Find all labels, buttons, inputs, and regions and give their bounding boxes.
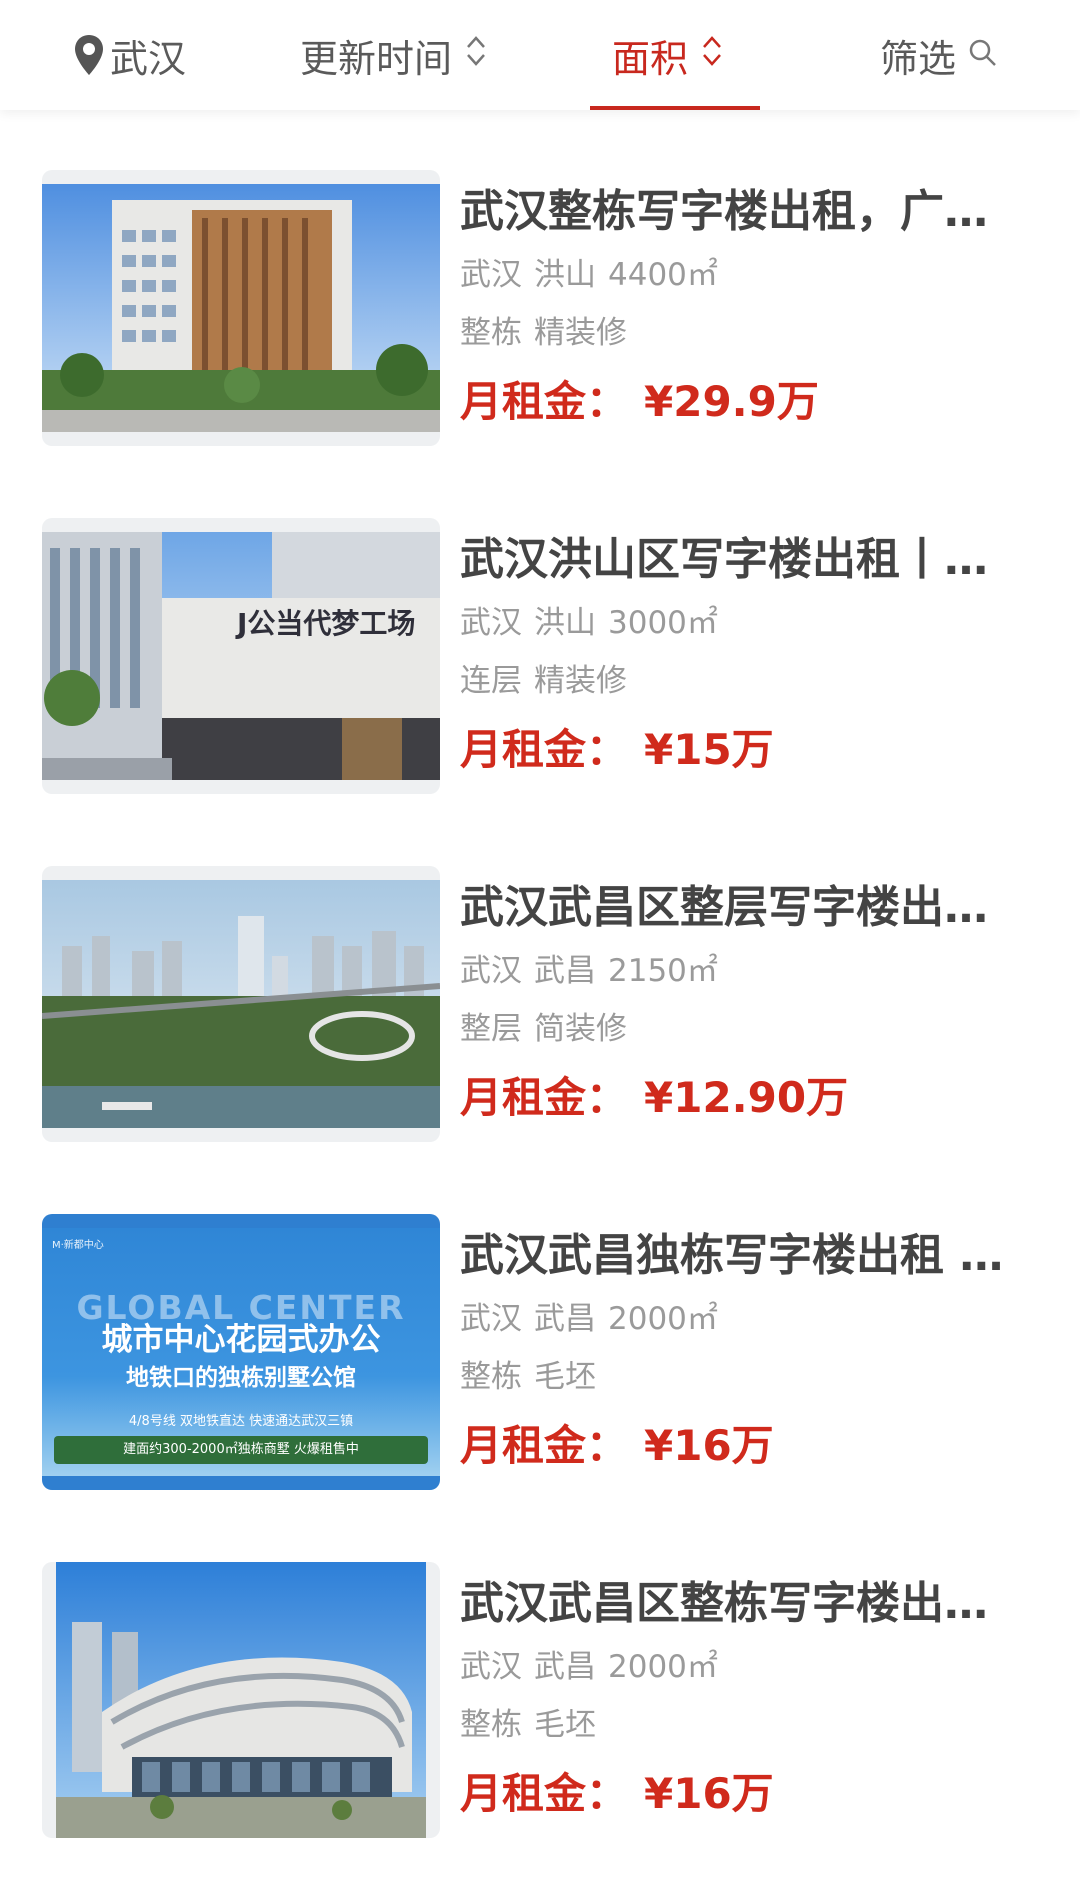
listing-card[interactable]: 武汉武昌区整层写字楼出… 武汉 武昌 2150㎡ 整层 简装修 月租金： ¥12.90万	[0, 806, 1080, 1154]
listing-type: 整层	[460, 1011, 522, 1047]
sort-updown-icon	[700, 32, 724, 79]
listing-card[interactable]: 武汉整栋写字楼出租，广… 武汉 洪山 4400㎡ 整栋 精装修 月租金： ¥29.9万	[0, 110, 1080, 458]
listing-info: 武汉整栋写字楼出租，广… 武汉 洪山 4400㎡ 整栋 精装修 月租金： ¥29.9万	[460, 170, 1020, 432]
filter-bar: 武汉 更新时间 面积 筛选	[0, 0, 1080, 110]
listing-decoration: 毛坯	[534, 1707, 596, 1743]
ad-line1: 4/8号线 双地铁直达 快速通达武汉三镇	[128, 1414, 354, 1429]
listing-decoration: 精装修	[534, 663, 627, 699]
price-value: ¥29.9万	[644, 377, 819, 426]
listing-district: 武昌	[534, 1301, 596, 1337]
ad-logo-text: M·新都中心	[52, 1240, 104, 1251]
price-label: 月租金：	[460, 1073, 629, 1122]
listing-area: 2150㎡	[608, 953, 718, 989]
listing-city: 武汉	[460, 605, 522, 641]
listing-location: 武汉 洪山 4400㎡	[460, 250, 1020, 300]
listing-price: 月租金： ¥12.90万	[460, 1068, 1020, 1128]
listing-location: 武汉 洪山 3000㎡	[460, 598, 1020, 648]
listing-city: 武汉	[460, 1301, 522, 1337]
listing-card[interactable]: J公当代梦工场 武汉洪山区写字楼出租丨… 武汉 洪山 3000㎡ 连层 精装修 月租金…	[0, 458, 1080, 806]
ad-headline: 城市中心花园式办公	[101, 1322, 381, 1358]
listing-price: 月租金： ¥16万	[460, 1416, 1020, 1476]
listing-tags: 整栋 毛坯	[460, 1700, 1020, 1750]
listing-title[interactable]: 武汉整栋写字楼出租，广…	[460, 182, 1016, 242]
listing-photo	[42, 170, 440, 446]
location-filter[interactable]: 武汉	[72, 0, 186, 110]
listing-price: 月租金： ¥15万	[460, 720, 1020, 780]
price-label: 月租金：	[460, 377, 629, 426]
price-label: 月租金：	[460, 1769, 629, 1818]
filter-label: 筛选	[880, 36, 957, 81]
listing-area: 2000㎡	[608, 1301, 718, 1337]
listing-area: 3000㎡	[608, 605, 718, 641]
price-value: ¥15万	[644, 725, 774, 774]
listing-info: 武汉武昌区整栋写字楼出… 武汉 武昌 2000㎡ 整栋 毛坯 月租金： ¥16万	[460, 1562, 1020, 1824]
listing-district: 武昌	[534, 1649, 596, 1685]
listing-type: 整栋	[460, 1707, 522, 1743]
listing-photo: J公当代梦工场	[42, 518, 440, 794]
update-time-label: 更新时间	[300, 36, 453, 81]
listing-city: 武汉	[460, 953, 522, 989]
listing-decoration: 简装修	[534, 1011, 627, 1047]
update-time-sort[interactable]: 更新时间	[300, 0, 488, 110]
listing-title[interactable]: 武汉武昌区整层写字楼出…	[460, 878, 1016, 938]
listing-location: 武汉 武昌 2000㎡	[460, 1294, 1020, 1344]
listing-type: 整栋	[460, 315, 522, 351]
listing-district: 洪山	[534, 257, 596, 293]
listing-tags: 整层 简装修	[460, 1004, 1020, 1054]
filter-button[interactable]: 筛选	[880, 0, 998, 110]
listing-area: 2000㎡	[608, 1649, 718, 1685]
ad-subheadline: 地铁口的独栋别墅公馆	[126, 1365, 356, 1391]
price-value: ¥16万	[644, 1421, 774, 1470]
price-label: 月租金：	[460, 725, 629, 774]
listing-decoration: 精装修	[534, 315, 627, 351]
listing-city: 武汉	[460, 1649, 522, 1685]
sort-updown-icon	[464, 32, 488, 79]
listing-info: 武汉洪山区写字楼出租丨… 武汉 洪山 3000㎡ 连层 精装修 月租金： ¥15万	[460, 518, 1020, 780]
listing-card[interactable]: 武汉武昌区整栋写字楼出… 武汉 武昌 2000㎡ 整栋 毛坯 月租金： ¥16万	[0, 1502, 1080, 1850]
listing-card[interactable]: M·新都中心 GLOBAL CENTER 城市中心花园式办公 地铁口的独栋别墅公…	[0, 1154, 1080, 1502]
price-value: ¥12.90万	[644, 1073, 849, 1122]
listing-type: 连层	[460, 663, 522, 699]
listing-price: 月租金： ¥16万	[460, 1764, 1020, 1824]
listing-tags: 整栋 毛坯	[460, 1352, 1020, 1402]
listing-title[interactable]: 武汉洪山区写字楼出租丨…	[460, 530, 1016, 590]
listing-location: 武汉 武昌 2150㎡	[460, 946, 1020, 996]
location-label: 武汉	[110, 36, 187, 81]
listing-photo	[42, 866, 440, 1142]
listing-city: 武汉	[460, 257, 522, 293]
price-value: ¥16万	[644, 1769, 774, 1818]
svg-text:J公当代梦工场: J公当代梦工场	[235, 607, 415, 640]
listing-decoration: 毛坯	[534, 1359, 596, 1395]
search-icon	[968, 33, 998, 77]
area-sort[interactable]: 面积	[612, 0, 724, 110]
listing-price: 月租金： ¥29.9万	[460, 372, 1020, 432]
listing-title[interactable]: 武汉武昌独栋写字楼出租 …	[460, 1226, 1016, 1286]
listing-photo: M·新都中心 GLOBAL CENTER 城市中心花园式办公 地铁口的独栋别墅公…	[42, 1214, 440, 1490]
ad-line2: 建面约300-2000㎡独栋商墅 火爆租售中	[54, 1436, 428, 1464]
listing-info: 武汉武昌区整层写字楼出… 武汉 武昌 2150㎡ 整层 简装修 月租金： ¥12.90万	[460, 866, 1020, 1128]
listing-location: 武汉 武昌 2000㎡	[460, 1642, 1020, 1692]
listing-type: 整栋	[460, 1359, 522, 1395]
listing-district: 洪山	[534, 605, 596, 641]
listing-tags: 连层 精装修	[460, 656, 1020, 706]
map-pin-icon	[72, 33, 106, 77]
listing-photo	[42, 1562, 440, 1838]
area-label: 面积	[612, 36, 689, 81]
price-label: 月租金：	[460, 1421, 629, 1470]
listing-area: 4400㎡	[608, 257, 718, 293]
listing-info: 武汉武昌独栋写字楼出租 … 武汉 武昌 2000㎡ 整栋 毛坯 月租金： ¥16万	[460, 1214, 1020, 1476]
listing-tags: 整栋 精装修	[460, 308, 1020, 358]
listing-title[interactable]: 武汉武昌区整栋写字楼出…	[460, 1574, 1016, 1634]
listing-district: 武昌	[534, 953, 596, 989]
